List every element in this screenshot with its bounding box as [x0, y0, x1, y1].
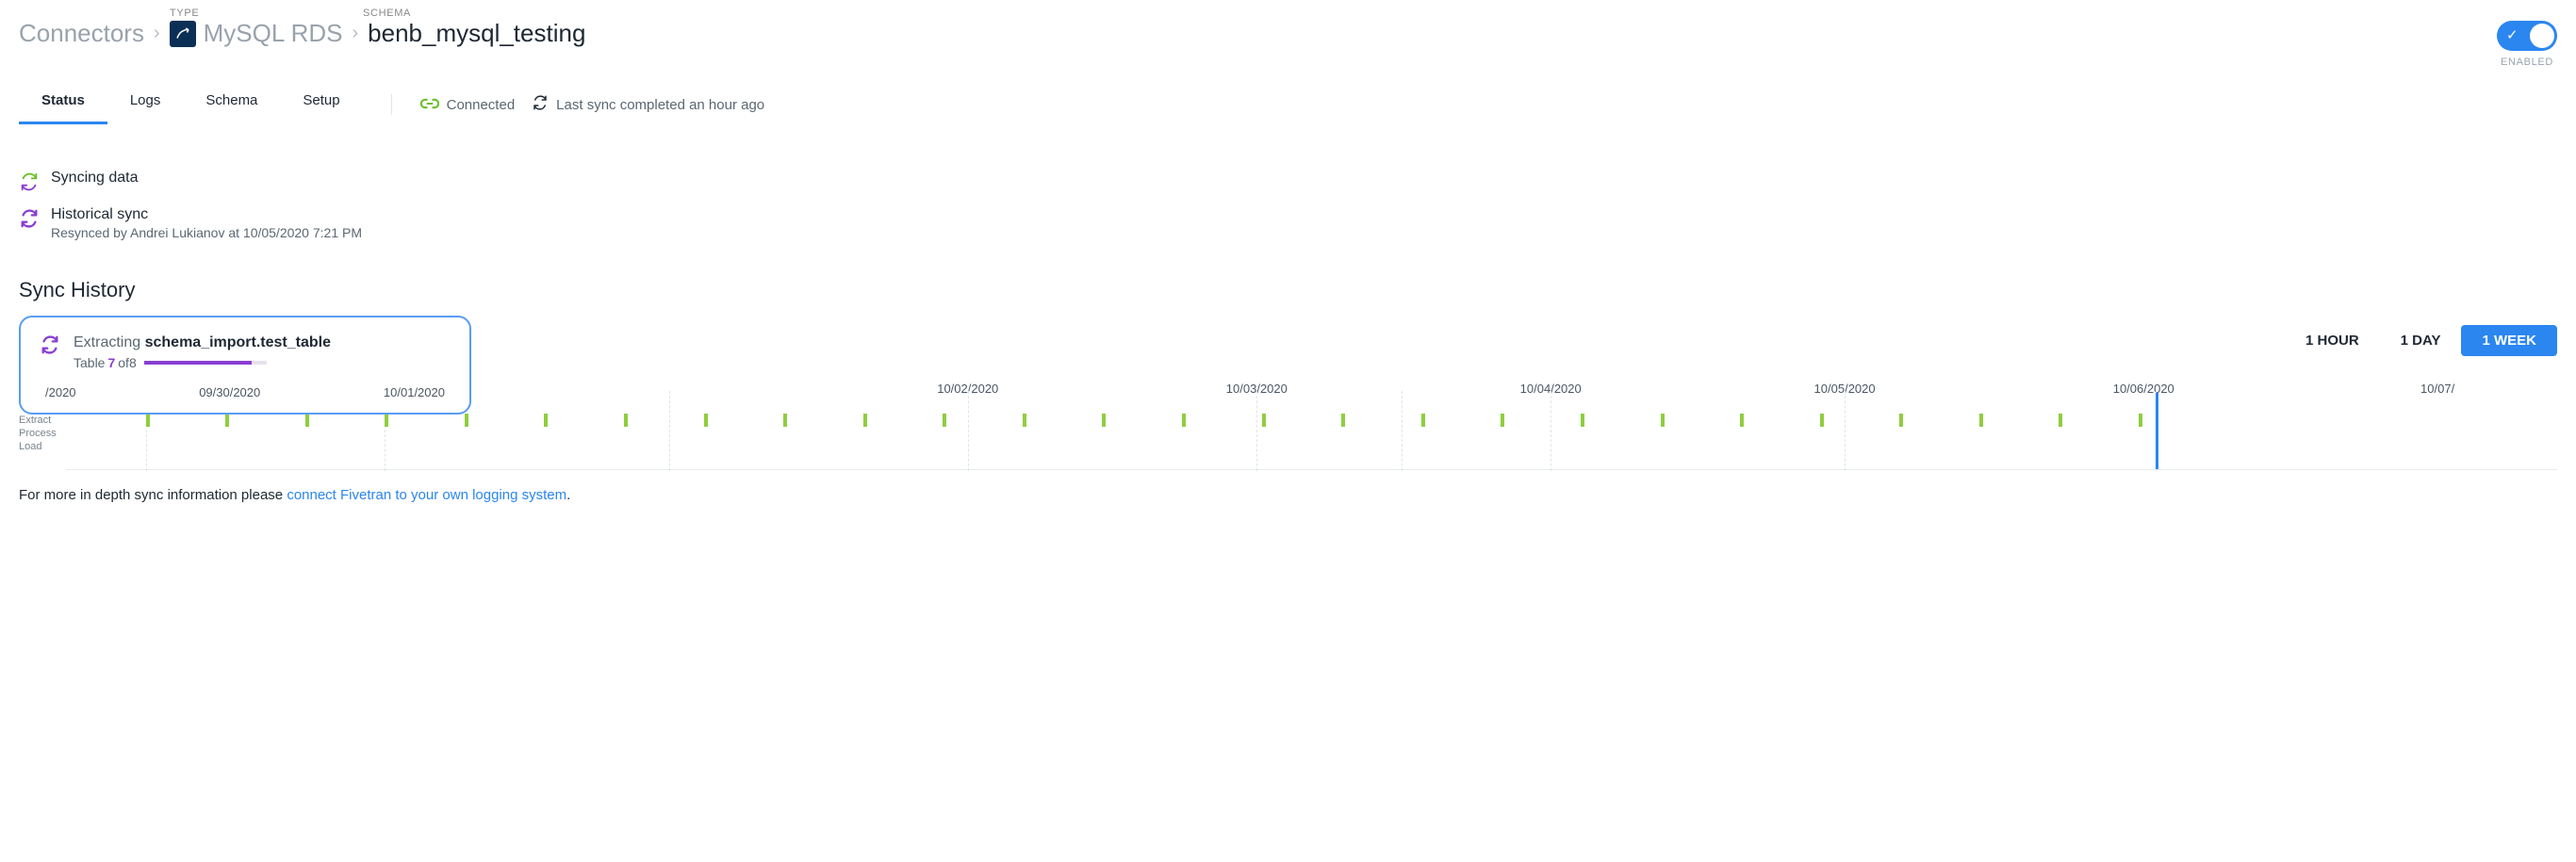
timeline-sync-tick	[225, 414, 229, 427]
timeline-row-labels: Extract Process Load	[19, 414, 57, 453]
chevron-right-icon: ›	[352, 23, 358, 44]
timeline-sync-tick	[1501, 414, 1504, 427]
timeline-sync-tick	[1023, 414, 1026, 427]
breadcrumb-root[interactable]: Connectors	[19, 19, 144, 48]
timeline-sync-tick	[783, 414, 787, 427]
historical-row: Historical sync Resynced by Andrei Lukia…	[19, 206, 2557, 240]
timeline-sync-tick	[1182, 414, 1186, 427]
historical-subtitle: Resynced by Andrei Lukianov at 10/05/202…	[51, 225, 362, 240]
last-sync-label: Last sync completed an hour ago	[556, 97, 764, 113]
timeline-sync-tick	[2059, 414, 2062, 427]
extracting-icon	[40, 334, 64, 358]
tabs: Status Logs Schema Setup	[19, 85, 363, 124]
timeline-sync-tick	[385, 414, 388, 427]
timeline-sync-tick	[1102, 414, 1106, 427]
timeline-sync-tick	[704, 414, 708, 427]
timeline-sync-tick	[1899, 414, 1903, 427]
syncing-icon	[19, 171, 43, 195]
breadcrumb-schema: benb_mysql_testing	[368, 19, 585, 48]
timeline-sync-tick	[465, 414, 468, 427]
mysql-icon	[170, 21, 196, 47]
sync-history-heading: Sync History	[19, 278, 2557, 302]
label-schema: SCHEMA	[363, 8, 411, 19]
timeline-sync-tick	[1661, 414, 1665, 427]
status-line: Connected Last sync completed an hour ag…	[420, 94, 765, 115]
tab-status[interactable]: Status	[19, 85, 107, 124]
logging-link[interactable]: connect Fivetran to your own logging sys…	[287, 487, 566, 503]
timeline-gridline	[1402, 391, 1403, 471]
timeline-sync-tick	[624, 414, 628, 427]
range-buttons: 1 HOUR 1 DAY 1 WEEK	[2285, 325, 2557, 356]
breadcrumb-labels: TYPE SCHEMA	[19, 8, 585, 19]
enabled-toggle[interactable]: ✓	[2497, 21, 2557, 51]
historical-title: Historical sync	[51, 206, 362, 223]
progress-fill	[144, 361, 252, 365]
breadcrumb: Connectors › MySQL RDS › benb_mysql_test…	[19, 19, 585, 48]
timeline-sync-tick	[1740, 414, 1744, 427]
timeline-gridline	[1845, 391, 1846, 471]
extracting-text: Extracting schema_import.test_table	[74, 334, 331, 351]
historical-sync-icon	[19, 208, 43, 232]
breadcrumb-area: TYPE SCHEMA Connectors › MySQL RDS › ben…	[19, 8, 585, 48]
chevron-right-icon: ›	[154, 23, 160, 44]
progress-bar	[144, 361, 267, 365]
tab-separator	[391, 94, 392, 115]
page-header: TYPE SCHEMA Connectors › MySQL RDS › ben…	[19, 0, 2557, 68]
connected-label: Connected	[447, 97, 516, 113]
tab-setup[interactable]: Setup	[280, 85, 362, 124]
breadcrumb-connector[interactable]: MySQL RDS	[204, 19, 343, 48]
footer-text: For more in depth sync information pleas…	[19, 487, 2557, 503]
link-icon	[420, 95, 439, 115]
timeline-sync-tick	[1581, 414, 1584, 427]
timeline-sync-tick	[544, 414, 548, 427]
timeline-sync-tick	[1820, 414, 1824, 427]
timeline-sync-tick	[1341, 414, 1345, 427]
tab-logs[interactable]: Logs	[107, 85, 184, 124]
progress-total: 8	[129, 355, 137, 370]
timeline-sync-tick	[2139, 414, 2142, 427]
timeline-sync-tick	[1979, 414, 1983, 427]
extracting-progress: Table 7 of 8	[74, 355, 331, 370]
extracting-callout: Extracting schema_import.test_table Tabl…	[19, 316, 471, 415]
timeline-gridline	[968, 391, 969, 471]
sync-icon	[532, 94, 549, 115]
toggle-knob	[2530, 24, 2554, 48]
range-1-hour[interactable]: 1 HOUR	[2285, 325, 2380, 356]
range-1-day[interactable]: 1 DAY	[2380, 325, 2462, 356]
range-1-week[interactable]: 1 WEEK	[2461, 325, 2557, 356]
sync-history: Extracting schema_import.test_table Tabl…	[19, 316, 2557, 470]
content: Syncing data Historical sync Resynced by…	[19, 170, 2557, 503]
callout-mini-dates: /2020 09/30/2020 10/01/2020	[40, 385, 451, 399]
enabled-toggle-wrap: ✓ ENABLED	[2497, 8, 2557, 68]
timeline-sync-tick	[305, 414, 309, 427]
extracting-tablename: schema_import.test_table	[145, 334, 331, 350]
check-icon: ✓	[2506, 26, 2519, 43]
enabled-toggle-label: ENABLED	[2501, 57, 2553, 68]
timeline-sync-tick	[1421, 414, 1425, 427]
timeline-sync-tick	[1262, 414, 1266, 427]
timeline-date-tick: 10/07/	[2420, 382, 2454, 396]
timeline-now-line	[2156, 393, 2158, 469]
timeline-chart[interactable]	[66, 414, 2557, 470]
timeline-gridline	[669, 391, 670, 471]
timeline-sync-tick	[943, 414, 946, 427]
syncing-row: Syncing data	[19, 170, 2557, 195]
timeline-gridline	[1256, 391, 1257, 471]
timeline-date-tick: 10/06/2020	[2113, 382, 2174, 396]
label-type: TYPE	[170, 8, 363, 19]
timeline-sync-tick	[863, 414, 867, 427]
tab-schema[interactable]: Schema	[183, 85, 280, 124]
tabs-row: Status Logs Schema Setup Connected Last …	[19, 85, 2557, 124]
progress-current: 7	[107, 355, 115, 370]
syncing-title: Syncing data	[51, 170, 139, 187]
timeline-sync-tick	[146, 414, 150, 427]
